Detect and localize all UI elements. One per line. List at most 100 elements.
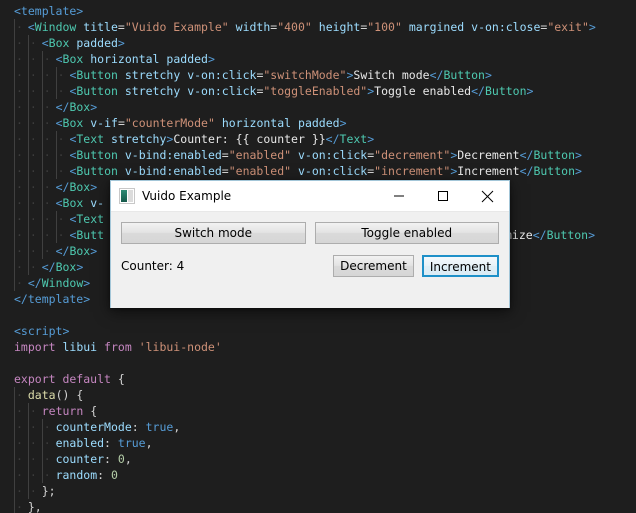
- code-token: "exit": [547, 20, 589, 34]
- indent-dot: ·: [43, 132, 51, 146]
- indent-dot: ·: [57, 228, 65, 242]
- indent-guide: [41, 435, 43, 451]
- code-token: :: [104, 452, 118, 466]
- code-token: Text: [76, 212, 105, 226]
- code-token: v-on:click: [187, 84, 257, 98]
- minimize-button[interactable]: [377, 182, 421, 211]
- indent-dot: ·: [29, 436, 37, 450]
- indent-guide: [55, 211, 57, 227]
- indent-guide: [14, 483, 15, 499]
- indent-guide: [41, 227, 43, 243]
- indent-guide: [27, 451, 29, 467]
- indent-guide: [14, 19, 15, 35]
- code-token: :: [131, 420, 146, 434]
- indent-dot: ·: [29, 452, 37, 466]
- code-line-content: return {: [42, 404, 97, 418]
- indent-dot: ·: [16, 100, 23, 114]
- code-token: Box: [55, 260, 77, 274]
- code-token: horizontal: [90, 52, 160, 66]
- indent-dot: ·: [43, 196, 51, 210]
- code-token: export default: [14, 372, 111, 386]
- code-token: </: [41, 260, 56, 274]
- indent-guide: [14, 163, 15, 179]
- code-token: <: [41, 36, 49, 50]
- code-token: counterMode: [55, 420, 132, 434]
- indent-guide: [14, 83, 15, 99]
- indent-guide: [14, 403, 15, 419]
- indent-guide: [27, 131, 29, 147]
- code-line: · · · · <Text stretchy>Counter: {{ counter }…: [0, 131, 636, 147]
- window-title: Vuido Example: [142, 189, 232, 203]
- counter-label: Counter: 4: [121, 259, 185, 273]
- code-token: true: [145, 420, 174, 434]
- code-line: · · · <Box v-if="counterMode" horizontal pa…: [0, 115, 636, 131]
- indent-dot: ·: [43, 164, 51, 178]
- indent-dot: ·: [16, 452, 23, 466]
- indent-dot: ·: [29, 404, 37, 418]
- code-line: · data() {: [0, 387, 636, 403]
- counter-row: Counter: 4 Decrement Increment: [121, 255, 499, 277]
- code-token: Decrement: [457, 148, 520, 162]
- code-token: >: [207, 52, 215, 66]
- decrement-button[interactable]: Decrement: [333, 255, 414, 277]
- indent-guide: [41, 467, 43, 483]
- code-token: () {: [55, 388, 84, 402]
- code-token: Text: [76, 132, 105, 146]
- code-token: padded: [166, 52, 208, 66]
- code-token: v-on:click: [297, 148, 368, 162]
- code-token: "enabled": [228, 148, 292, 162]
- code-token: padded: [298, 116, 340, 130]
- code-token: Button: [76, 84, 118, 98]
- code-line-content: </Box>: [56, 244, 98, 258]
- vuido-example-window[interactable]: Vuido Example Switch mode Toggle enabled…: [110, 180, 510, 308]
- code-line: · · · counterMode: true,: [0, 419, 636, 435]
- code-token: true: [117, 436, 146, 450]
- code-token: Button: [76, 164, 118, 178]
- indent-guide: [14, 435, 15, 451]
- maximize-button[interactable]: [421, 182, 465, 211]
- indent-dot: ·: [57, 132, 65, 146]
- code-token: "400": [277, 20, 312, 34]
- code-token: ,: [173, 420, 181, 434]
- indent-dot: ·: [29, 244, 37, 258]
- toggle-enabled-button[interactable]: Toggle enabled: [314, 222, 499, 244]
- indent-guide: [27, 403, 29, 419]
- code-token: data: [27, 388, 56, 402]
- indent-guide: [41, 147, 43, 163]
- indent-guide: [14, 35, 15, 51]
- code-token: </template>: [14, 292, 91, 306]
- code-token: Box: [62, 52, 84, 66]
- code-token: <template>: [14, 4, 84, 18]
- indent-guide: [14, 451, 15, 467]
- code-token: v-if: [90, 116, 118, 130]
- indent-dot: ·: [16, 68, 23, 82]
- code-line: · ·};: [0, 483, 636, 499]
- increment-button[interactable]: Increment: [421, 255, 499, 277]
- code-token: "Vuido Example": [124, 20, 229, 34]
- code-line-content: },: [28, 500, 42, 513]
- code-line-content: </Box>: [56, 180, 98, 194]
- code-token: {: [110, 372, 125, 386]
- code-token: Box: [62, 196, 84, 210]
- code-token: Increment: [457, 164, 520, 178]
- code-token: 0: [117, 452, 125, 466]
- top-button-row: Switch mode Toggle enabled: [121, 222, 499, 244]
- window-titlebar[interactable]: Vuido Example: [111, 181, 509, 212]
- code-line: · · · · <Button v-bind:enabled="enabled" v-o…: [0, 147, 636, 163]
- occluded-code-fragment: mize</Button>: [505, 227, 595, 243]
- code-token: random: [55, 468, 98, 482]
- indent-guide: [27, 35, 29, 51]
- code-token: Button: [484, 84, 527, 98]
- close-button[interactable]: [465, 182, 509, 211]
- indent-dot: ·: [29, 196, 37, 210]
- indent-dot: ·: [57, 164, 65, 178]
- switch-mode-button[interactable]: Switch mode: [121, 222, 306, 244]
- code-token: </: [519, 148, 534, 162]
- code-line-content: <script>: [14, 324, 69, 338]
- code-token: Box: [69, 244, 91, 258]
